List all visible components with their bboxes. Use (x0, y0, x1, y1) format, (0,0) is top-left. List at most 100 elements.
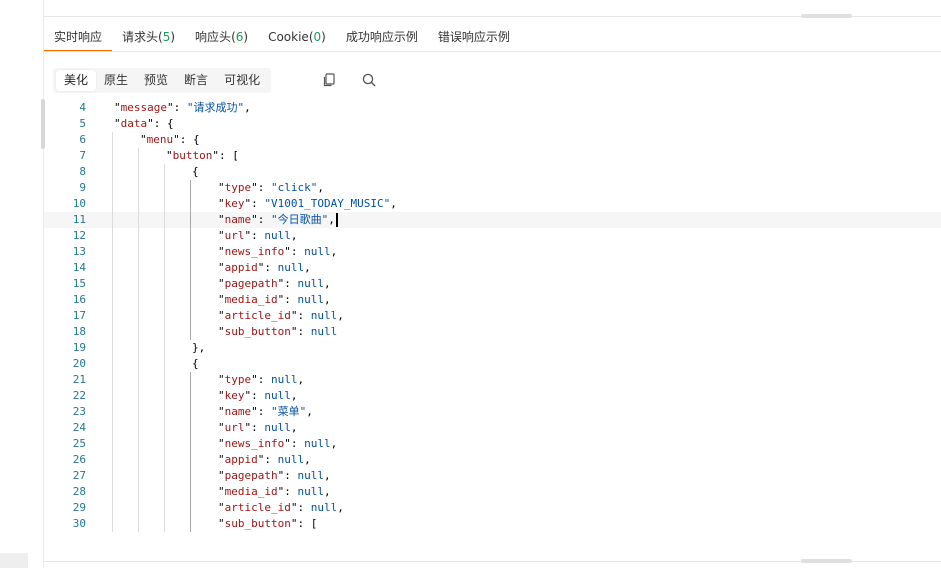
tab-label: 成功响应示例 (345, 30, 418, 44)
code-text: "key": "V1001_TODAY_MUSIC", (218, 197, 397, 210)
tab-count: 5 (162, 30, 171, 44)
json-key: menu (146, 133, 174, 146)
tab-label: 实时响应 (54, 30, 103, 44)
line-number: 5 (79, 117, 86, 130)
json-key: sub_button (224, 325, 291, 338)
json-value: "菜单" (271, 405, 307, 418)
json-key: url (224, 421, 245, 434)
line-number: 26 (72, 453, 86, 466)
code-line: 10 "key": "V1001_TODAY_MUSIC", (44, 196, 941, 212)
code-line: 14 "appid": null, (44, 260, 941, 276)
view-mode-assert[interactable]: 断言 (176, 70, 216, 91)
code-text: "data": { (114, 117, 174, 130)
code-line: 19}, (44, 340, 941, 356)
left-gutter (0, 0, 44, 568)
code-line: 11 "name": "今日歌曲", (44, 212, 941, 228)
line-number: 6 (79, 133, 86, 146)
code-text: "media_id": null, (218, 293, 331, 306)
code-line: 9 "type": "click", (44, 180, 941, 196)
json-key: name (224, 405, 252, 418)
view-mode-raw[interactable]: 原生 (96, 70, 136, 91)
tab-label: 请求头 (122, 30, 159, 44)
code-line: 13 "news_info": null, (44, 244, 941, 260)
code-line: 29 "article_id": null, (44, 500, 941, 516)
json-key: article_id (224, 309, 291, 322)
json-value: { (192, 357, 199, 370)
json-key: button (172, 149, 213, 162)
tab-request-headers[interactable]: 请求头(5) (112, 25, 185, 52)
view-mode-beautify[interactable]: 美化 (56, 70, 97, 91)
indent-guide (138, 148, 139, 532)
json-key: pagepath (224, 469, 278, 482)
view-mode-preview[interactable]: 预览 (136, 70, 176, 91)
json-punctuation: , (323, 485, 331, 498)
json-value: null (304, 245, 331, 258)
json-punctuation: , (390, 197, 397, 210)
json-key: sub_button (224, 517, 291, 530)
top-resize-handle[interactable] (801, 14, 852, 18)
text-cursor (335, 213, 338, 227)
line-number: 14 (72, 261, 86, 274)
code-line: 4 "message": "请求成功", (44, 100, 941, 116)
json-key: appid (224, 261, 258, 274)
bottom-resize-handle[interactable] (801, 559, 852, 563)
tabs-divider (44, 51, 941, 52)
indent-guide (190, 180, 191, 340)
line-number: 10 (72, 197, 86, 210)
code-text: }, (192, 340, 205, 356)
code-text: "type": "click", (218, 181, 324, 194)
code-line: 16 "media_id": null, (44, 292, 941, 308)
json-value: "今日歌曲" (271, 213, 329, 226)
json-value: null (310, 501, 338, 514)
json-key: type (224, 373, 252, 386)
json-punctuation: , (323, 469, 331, 482)
code-text: "button": [ (166, 149, 239, 162)
tab-success-example[interactable]: 成功响应示例 (336, 25, 428, 52)
view-mode-visualize[interactable]: 可视化 (216, 70, 268, 91)
json-code-editor[interactable]: 4 "message": "请求成功", 5 "data": {6 "menu": {7… (44, 100, 941, 536)
code-text: "type": null, (218, 373, 305, 386)
json-value: { (193, 133, 200, 146)
json-key: data (120, 117, 148, 130)
code-text: "menu": { (140, 133, 200, 146)
line-number: 27 (72, 469, 86, 482)
code-line: 6 "menu": { (44, 132, 941, 148)
indent-guide (190, 372, 191, 532)
line-number: 23 (72, 405, 86, 418)
code-text: "key": null, (218, 389, 298, 402)
code-text: "pagepath": null, (218, 469, 331, 482)
json-key: type (224, 181, 252, 194)
tab-label: 响应头 (195, 30, 232, 44)
tab-cookie[interactable]: Cookie(0) (258, 25, 336, 52)
code-text: "news_info": null, (218, 437, 338, 450)
tab-error-example[interactable]: 错误响应示例 (428, 25, 520, 52)
json-key: article_id (224, 501, 291, 514)
line-number: 15 (72, 277, 86, 290)
json-value: null (310, 325, 338, 338)
line-number: 17 (72, 309, 86, 322)
json-value: null (297, 469, 324, 482)
json-value: null (277, 453, 305, 466)
code-line: 17 "article_id": null, (44, 308, 941, 324)
tab-response-headers[interactable]: 响应头(6) (185, 25, 258, 52)
json-value: { (192, 165, 199, 178)
code-line: 5 "data": { (44, 116, 941, 132)
json-value: [ (310, 517, 318, 530)
json-punctuation: , (244, 101, 251, 114)
line-number: 29 (72, 501, 86, 514)
json-key: appid (224, 453, 258, 466)
code-text: "sub_button": null (218, 325, 338, 338)
line-number: 13 (72, 245, 86, 258)
json-punctuation: , (290, 229, 298, 242)
json-value: "click" (271, 181, 318, 194)
json-key: media_id (224, 485, 278, 498)
code-text: { (192, 356, 199, 372)
copy-icon[interactable] (321, 72, 337, 88)
json-key: news_info (224, 245, 285, 258)
tab-realtime-response[interactable]: 实时响应 (44, 25, 113, 52)
search-icon[interactable] (361, 72, 377, 88)
json-punctuation: , (330, 437, 338, 450)
tab-count: 0 (313, 30, 322, 44)
json-punctuation: , (337, 501, 344, 514)
json-key: media_id (224, 293, 278, 306)
